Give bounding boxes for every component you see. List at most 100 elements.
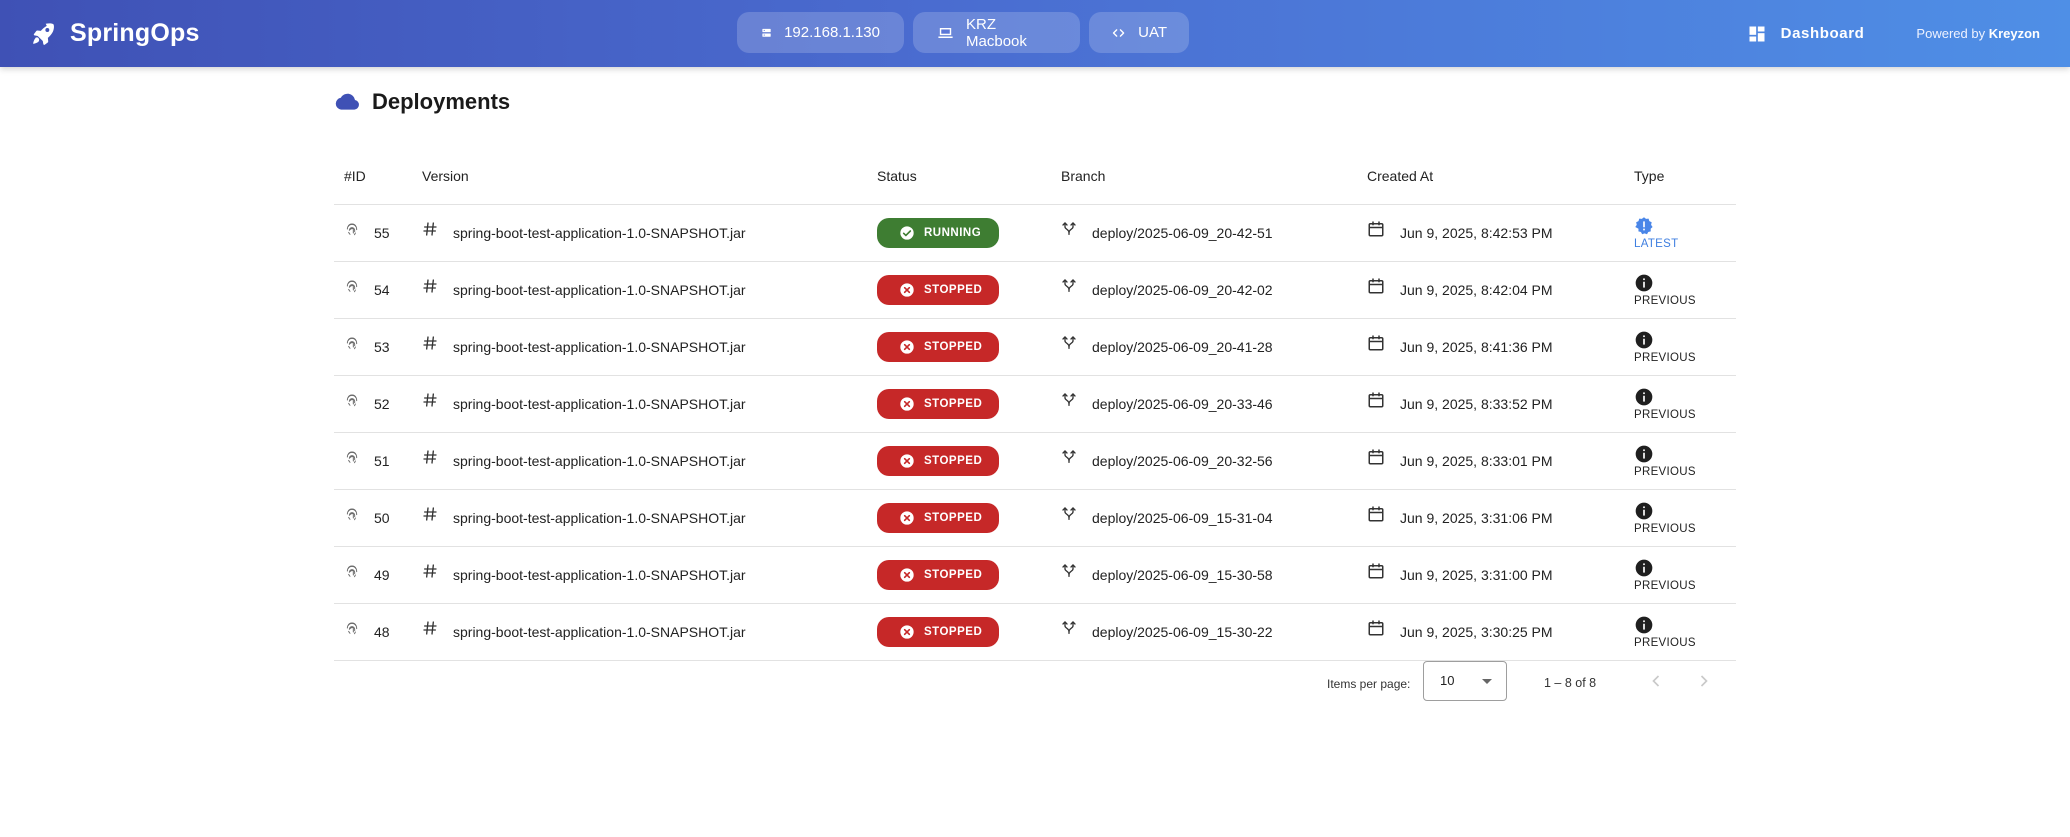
next-page-button[interactable] xyxy=(1694,671,1714,691)
deployment-id: 52 xyxy=(374,395,390,412)
branch-name: deploy/2025-06-09_15-30-22 xyxy=(1092,623,1273,640)
table-header-row: #ID Version Status Branch Created At Typ… xyxy=(334,148,1736,205)
fingerprint-icon xyxy=(346,565,358,577)
type-indicator: PREVIOUS xyxy=(1634,330,1736,364)
hash-icon xyxy=(423,563,437,578)
column-header-status[interactable]: Status xyxy=(877,148,1061,205)
column-header-version[interactable]: Version xyxy=(422,148,877,205)
version-name: spring-boot-test-application-1.0-SNAPSHO… xyxy=(453,281,746,298)
previous-page-button[interactable] xyxy=(1646,671,1666,691)
created-at: Jun 9, 2025, 3:31:00 PM xyxy=(1400,566,1553,583)
column-header-type[interactable]: Type xyxy=(1634,148,1736,205)
table-row[interactable]: 52 spring-boot-test-application-1.0-SNAPS… xyxy=(334,375,1736,433)
version-name: spring-boot-test-application-1.0-SNAPSHO… xyxy=(453,509,746,526)
check-circle-icon xyxy=(900,225,914,240)
hash-icon xyxy=(423,278,437,293)
branch-name: deploy/2025-06-09_20-42-02 xyxy=(1092,281,1273,298)
environment-chips: 192.168.1.130 KRZ Macbook UAT xyxy=(737,12,1189,53)
items-per-page-label: Items per page: xyxy=(1327,677,1411,691)
table-row[interactable]: 53 spring-boot-test-application-1.0-SNAPS… xyxy=(334,318,1736,376)
version-name: spring-boot-test-application-1.0-SNAPSHO… xyxy=(453,395,746,412)
status-badge: STOPPED xyxy=(877,274,999,305)
table-row[interactable]: 51 spring-boot-test-application-1.0-SNAPS… xyxy=(334,432,1736,490)
status-label: STOPPED xyxy=(924,625,983,638)
dashboard-label: Dashboard xyxy=(1780,25,1865,42)
server-icon xyxy=(762,28,771,37)
branch-name: deploy/2025-06-09_20-42-51 xyxy=(1092,224,1273,241)
status-label: STOPPED xyxy=(924,511,983,524)
deployment-id: 49 xyxy=(374,566,390,583)
type-indicator: PREVIOUS xyxy=(1634,558,1736,592)
table-row[interactable]: 49 spring-boot-test-application-1.0-SNAPS… xyxy=(334,546,1736,604)
version-name: spring-boot-test-application-1.0-SNAPSHO… xyxy=(453,623,746,640)
table-row[interactable]: 54 spring-boot-test-application-1.0-SNAPS… xyxy=(334,261,1736,319)
status-label: STOPPED xyxy=(924,340,983,353)
column-header-created-at[interactable]: Created At xyxy=(1367,148,1634,205)
range-label: 1 – 8 of 8 xyxy=(1544,676,1597,690)
column-header-branch[interactable]: Branch xyxy=(1061,148,1367,205)
fingerprint-icon xyxy=(346,508,358,520)
dashboard-link[interactable]: Dashboard xyxy=(1747,24,1865,44)
deployments-table: #ID Version Status Branch Created At Typ… xyxy=(334,148,1736,661)
info-icon xyxy=(1635,445,1653,462)
type-indicator: PREVIOUS xyxy=(1634,615,1736,649)
type-label: LATEST xyxy=(1634,237,1679,250)
branch-name: deploy/2025-06-09_15-30-58 xyxy=(1092,566,1273,583)
column-header-id[interactable]: #ID xyxy=(334,148,422,205)
table-row[interactable]: 48 spring-boot-test-application-1.0-SNAPS… xyxy=(334,603,1736,661)
chip-label: KRZ Macbook xyxy=(966,15,1027,50)
type-label: PREVIOUS xyxy=(1634,351,1696,364)
page-header: Deployments xyxy=(334,89,510,115)
deployment-id: 51 xyxy=(374,452,390,469)
fingerprint-icon xyxy=(346,394,358,406)
top-app-bar: SpringOps 192.168.1.130 KRZ Macbook UAT xyxy=(0,0,2070,67)
items-per-page-value: 10 xyxy=(1440,673,1455,688)
created-at: Jun 9, 2025, 3:31:06 PM xyxy=(1400,509,1553,526)
version-name: spring-boot-test-application-1.0-SNAPSHO… xyxy=(453,338,746,355)
created-at: Jun 9, 2025, 8:33:01 PM xyxy=(1400,452,1553,469)
table-body: 55 spring-boot-test-application-1.0-SNAPS… xyxy=(334,204,1736,661)
app-name: SpringOps xyxy=(70,19,200,47)
branch-name: deploy/2025-06-09_20-41-28 xyxy=(1092,338,1273,355)
chip-server-ip[interactable]: 192.168.1.130 xyxy=(737,12,904,53)
branch-icon xyxy=(1062,335,1076,349)
chip-environment[interactable]: UAT xyxy=(1089,12,1189,53)
chip-machine[interactable]: KRZ Macbook xyxy=(913,12,1080,53)
fingerprint-icon xyxy=(346,223,358,235)
type-label: PREVIOUS xyxy=(1634,294,1696,307)
hash-icon xyxy=(423,620,437,635)
laptop-icon xyxy=(938,27,953,38)
version-name: spring-boot-test-application-1.0-SNAPSHO… xyxy=(453,224,746,241)
code-icon xyxy=(1112,28,1125,37)
created-at: Jun 9, 2025, 3:30:25 PM xyxy=(1400,623,1553,640)
dropdown-arrow-icon xyxy=(1482,679,1492,684)
items-per-page-select[interactable]: 10 xyxy=(1423,661,1507,701)
calendar-icon xyxy=(1368,392,1384,407)
fingerprint-icon xyxy=(346,622,358,634)
branch-icon xyxy=(1062,221,1076,235)
deployment-id: 53 xyxy=(374,338,390,355)
cancel-circle-icon xyxy=(900,567,914,582)
branch-icon xyxy=(1062,392,1076,406)
deployment-id: 54 xyxy=(374,281,390,298)
branch-name: deploy/2025-06-09_20-33-46 xyxy=(1092,395,1273,412)
cloud-icon xyxy=(335,93,359,110)
branch-icon xyxy=(1062,563,1076,577)
powered-by-prefix: Powered by xyxy=(1916,26,1986,41)
new-release-icon xyxy=(1635,216,1653,234)
status-label: STOPPED xyxy=(924,397,983,410)
deployment-id: 48 xyxy=(374,623,390,640)
cancel-circle-icon xyxy=(900,624,914,639)
type-label: PREVIOUS xyxy=(1634,579,1696,592)
created-at: Jun 9, 2025, 8:42:04 PM xyxy=(1400,281,1553,298)
branch-name: deploy/2025-06-09_15-31-04 xyxy=(1092,509,1273,526)
created-at: Jun 9, 2025, 8:41:36 PM xyxy=(1400,338,1553,355)
type-indicator: PREVIOUS xyxy=(1634,444,1736,478)
table-row[interactable]: 55 spring-boot-test-application-1.0-SNAPS… xyxy=(334,204,1736,262)
deployment-id: 50 xyxy=(374,509,390,526)
fingerprint-icon xyxy=(346,451,358,463)
calendar-icon xyxy=(1368,449,1384,464)
status-label: STOPPED xyxy=(924,568,983,581)
brand[interactable]: SpringOps xyxy=(30,0,200,67)
table-row[interactable]: 50 spring-boot-test-application-1.0-SNAPS… xyxy=(334,489,1736,547)
